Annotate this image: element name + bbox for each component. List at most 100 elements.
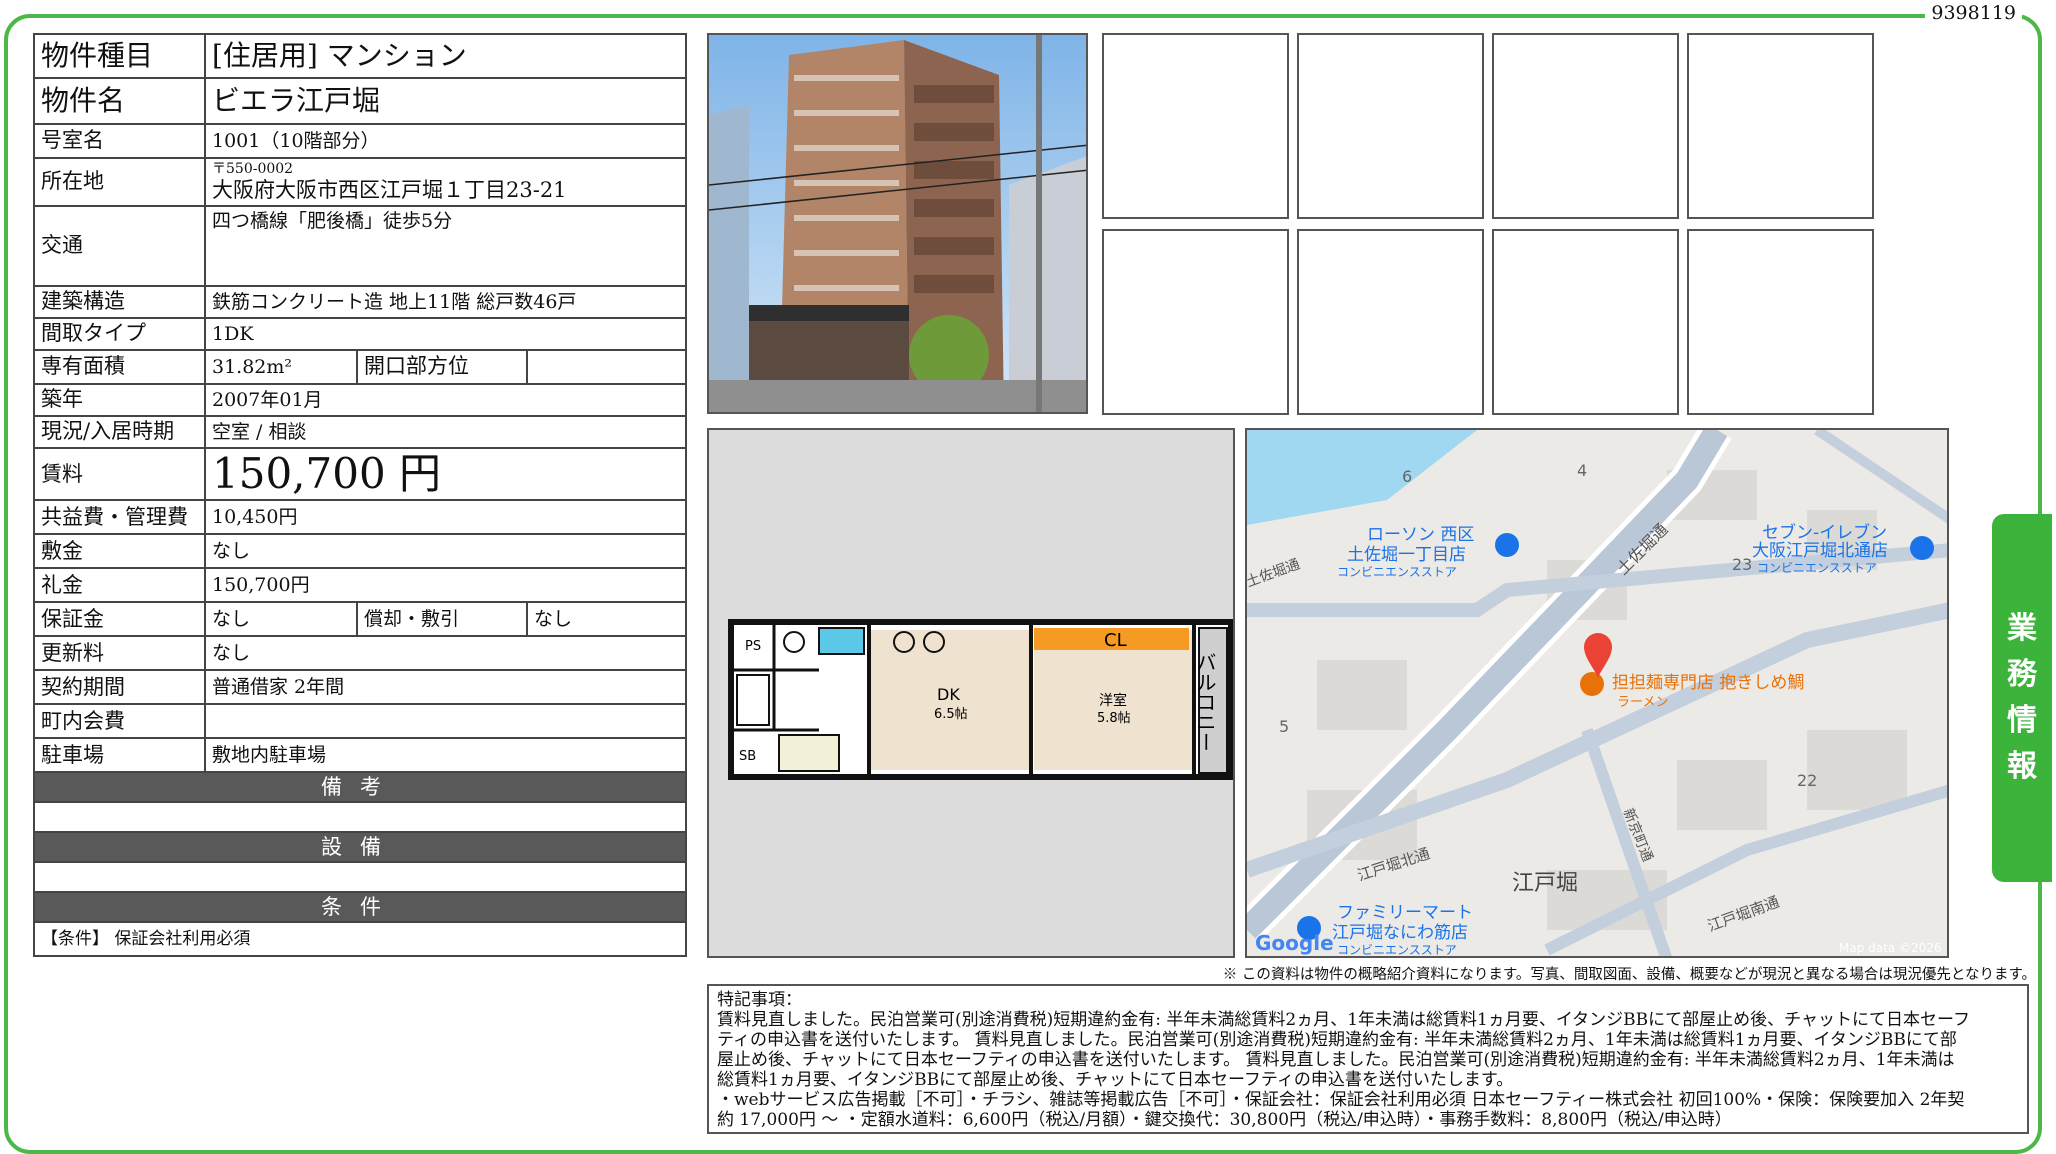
photo-thumbnail[interactable]	[1492, 229, 1679, 415]
block-number: 4	[1577, 461, 1587, 480]
restaurant-icon	[1580, 672, 1604, 696]
value-community	[203, 703, 688, 740]
label-rent: 賃料	[33, 446, 206, 502]
photo-thumbnail[interactable]	[1492, 33, 1679, 219]
label-area: 専有面積	[33, 349, 206, 385]
store-icon	[1910, 536, 1934, 560]
value-amortization: なし	[525, 601, 688, 638]
building-photo[interactable]	[707, 33, 1088, 414]
section-equipment: 設備	[32, 831, 688, 864]
equipment-body	[32, 861, 688, 894]
photo-thumbnail[interactable]	[1297, 229, 1484, 415]
poi-seven: セブン-イレブン	[1762, 522, 1887, 543]
value-name: ビエラ江戸堀	[203, 77, 688, 125]
western-room-label: 洋室	[1099, 692, 1127, 709]
label-layout: 間取タイプ	[33, 317, 206, 351]
notes-heading: 特記事項：	[717, 990, 802, 1010]
business-info-tab[interactable]: 業 務 情 報	[1992, 514, 2052, 882]
label-keymoney: 礼金	[33, 567, 206, 604]
value-fee: 10,450円	[203, 499, 688, 536]
value-layout: 1DK	[203, 317, 688, 351]
label-orientation: 開口部方位	[356, 349, 528, 385]
photo-thumbnail[interactable]	[1102, 229, 1289, 415]
block-number: 5	[1279, 717, 1289, 736]
remarks-body	[32, 801, 688, 834]
dk-label: DK	[937, 685, 960, 704]
poi-familymart-category: コンビニエンスストア	[1337, 943, 1457, 957]
label-renewal: 更新料	[33, 635, 206, 672]
value-rent: 150,700 円	[203, 446, 688, 502]
floor-plan[interactable]: PS CL SB DK 6.5帖 洋室 5.8帖 バルコニー	[707, 428, 1235, 958]
label-structure: 建築構造	[33, 285, 206, 319]
notes-line: 約 17,000円 ～ ・定額水道料：6,600円（税込/月額）・鍵交換代：30…	[717, 1110, 1732, 1130]
value-built: 2007年01月	[203, 383, 688, 417]
value-parking: 敷地内駐車場	[203, 737, 688, 774]
poi-familymart: ファミリーマート	[1337, 903, 1473, 923]
photo-thumbnail[interactable]	[1102, 33, 1289, 219]
map-drawing: 6 4 5 23 22 ローソン 西区 土佐堀一丁目店 コンビニエンスストア セ…	[1247, 430, 1947, 957]
value-orientation	[525, 349, 688, 385]
label-amortization: 償却・敷引	[356, 601, 528, 638]
tab-char: 業	[2007, 611, 2037, 646]
value-deposit: なし	[203, 533, 688, 570]
label-community: 町内会費	[33, 703, 206, 740]
store-icon	[1495, 533, 1519, 557]
photo-thumbnail[interactable]	[1297, 33, 1484, 219]
label-guarantee: 保証金	[33, 601, 206, 638]
photo-thumbnail[interactable]	[1687, 33, 1874, 219]
value-renewal: なし	[203, 635, 688, 672]
poi-seven-branch: 大阪江戸堀北通店	[1752, 541, 1888, 561]
document-number: 9398119	[1925, 2, 2022, 24]
label-built: 築年	[33, 383, 206, 417]
notes-line: ・webサービス広告掲載［不可］・チラシ、雑誌等掲載広告［不可］・保証会社：保証…	[717, 1090, 1965, 1110]
label-type: 物件種目	[33, 33, 206, 79]
label-contract: 契約期間	[33, 669, 206, 706]
property-info-table: 物件種目 [住居用] マンション 物件名 ビエラ江戸堀 号室名 1001（10階部分）…	[32, 33, 688, 958]
floor-plan-drawing: PS CL SB DK 6.5帖 洋室 5.8帖 バルコニー	[728, 619, 1233, 780]
value-access: 四つ橋線「肥後橋」徒歩5分	[203, 205, 688, 287]
notes-line: 総賃料1ヵ月要、イタンジBBにて部屋止め後、チャットにて日本セーフティの申込書を…	[717, 1070, 1514, 1090]
value-status: 空室 / 相談	[203, 415, 688, 449]
block-number: 6	[1402, 467, 1412, 486]
label-name: 物件名	[33, 77, 206, 125]
area-name: 江戸堀	[1512, 871, 1578, 896]
poi-ramen: 担担麺専門店 抱きしめ鯛	[1612, 673, 1804, 693]
value-keymoney: 150,700円	[203, 567, 688, 604]
notes-line: 賃料見直しました。民泊営業可(別途消費税)短期違約金有: 半年未満総賃料2ヵ月、…	[717, 1010, 1970, 1030]
poi-lawson: ローソン 西区	[1367, 525, 1474, 545]
section-conditions: 条件	[32, 891, 688, 924]
sb-label: SB	[739, 749, 756, 764]
block-number: 23	[1732, 555, 1752, 574]
label-access: 交通	[33, 205, 206, 287]
poi-lawson-category: コンビニエンスストア	[1337, 565, 1457, 579]
closet-label: CL	[1104, 630, 1127, 651]
notes-line: ティの申込書を送付いたします。 賃料見直しました。民泊営業可(別途消費税)短期違…	[717, 1030, 1957, 1050]
notes-line: 屋止め後、チャットにて日本セーフティの申込書を送付いたします。 賃料見直しました…	[717, 1050, 1955, 1070]
label-status: 現況/入居時期	[33, 415, 206, 449]
tab-char: 報	[2007, 749, 2037, 784]
label-parking: 駐車場	[33, 737, 206, 774]
conditions-body: 【条件】 保証会社利用必須	[32, 921, 688, 958]
value-location: 〒550-0002 大阪府大阪市西区江戸堀１丁目23-21	[203, 157, 688, 207]
poi-lawson-branch: 土佐堀一丁目店	[1347, 545, 1466, 565]
block-number: 22	[1797, 771, 1817, 790]
label-room: 号室名	[33, 123, 206, 159]
western-room-size-label: 5.8帖	[1097, 711, 1131, 726]
value-type: [住居用] マンション	[203, 33, 688, 79]
location-map[interactable]: 6 4 5 23 22 ローソン 西区 土佐堀一丁目店 コンビニエンスストア セ…	[1245, 428, 1949, 958]
poi-ramen-category: ラーメン	[1617, 695, 1668, 710]
photo-thumbnail[interactable]	[1687, 229, 1874, 415]
value-structure: 鉄筋コンクリート造 地上11階 総戸数46戸	[203, 285, 688, 319]
value-guarantee: なし	[204, 601, 358, 638]
label-fee: 共益費・管理費	[33, 499, 206, 536]
poi-familymart-branch: 江戸堀なにわ筋店	[1332, 923, 1468, 943]
section-remarks: 備考	[32, 771, 688, 804]
dk-size-label: 6.5帖	[934, 707, 968, 722]
tab-char: 情	[2007, 703, 2037, 738]
value-contract: 普通借家 2年間	[203, 669, 688, 706]
label-location: 所在地	[33, 157, 206, 207]
tab-char: 務	[2007, 657, 2037, 692]
poi-seven-category: コンビニエンスストア	[1757, 561, 1877, 575]
ps-label: PS	[745, 639, 761, 654]
address: 大阪府大阪市西区江戸堀１丁目23-21	[212, 177, 567, 202]
